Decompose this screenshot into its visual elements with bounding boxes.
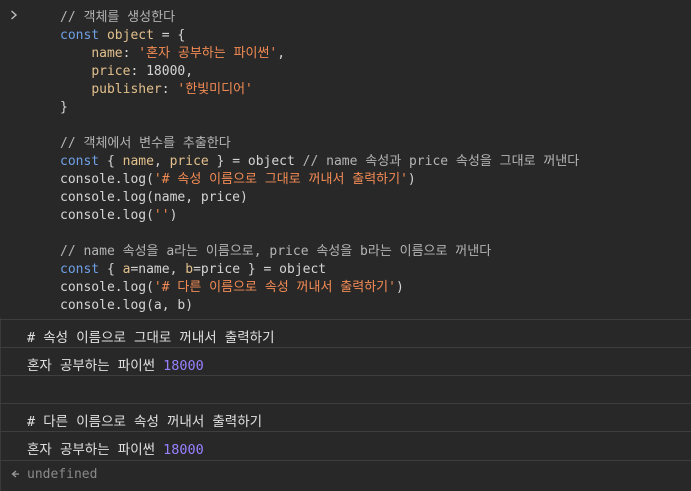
code-token-comment: // name 속성을 a라는 이름으로, price 속성을 b라는 이름으로… (60, 244, 492, 259)
code-token-string: '# 속성 이름으로 그대로 꺼내서 출력하기' (153, 172, 408, 187)
code-token-plain: : (122, 46, 139, 61)
code-token-plain: console.log( (60, 172, 154, 187)
code-line: console.log(a, b) (60, 297, 579, 315)
code-token-number: 18000 (146, 64, 186, 79)
code-line: } (60, 99, 579, 117)
code-token-plain: = { (153, 28, 186, 43)
code-token-plain: { (106, 154, 123, 169)
code-line: price: 18000, (60, 63, 579, 81)
console-output-row: 혼자 공부하는 파이썬 18000 (0, 431, 691, 459)
code-token-keyword: const (60, 154, 107, 169)
code-token-plain: } = object (208, 154, 303, 169)
chevron-right-icon (10, 9, 18, 24)
code-token-string: '한빛미디어' (177, 82, 253, 97)
return-arrow-icon (10, 468, 20, 482)
result-value: undefined (27, 467, 98, 482)
code-token-comment: // name 속성과 price 속성을 그대로 꺼낸다 (302, 154, 580, 169)
console-result-row: undefined (0, 460, 691, 491)
code-token-plain: , (153, 154, 170, 169)
code-token-plain: console.log(name, price) (60, 190, 248, 205)
code-token-plain: console.log( (60, 280, 154, 295)
console-input-entry[interactable]: // 객체를 생성한다 const object = { name: '혼자 공부… (0, 0, 691, 318)
console-output-row: # 속성 이름으로 그대로 꺼내서 출력하기 (0, 319, 691, 347)
code-token-var: object (106, 28, 154, 43)
output-text: # 다른 이름으로 속성 꺼내서 출력하기 (27, 414, 263, 430)
code-token-keyword: const (60, 28, 107, 43)
output-text: 혼자 공부하는 파이썬 18000 (27, 442, 204, 458)
code-line: console.log('# 속성 이름으로 그대로 꺼내서 출력하기') (60, 171, 579, 189)
console-panel: // 객체를 생성한다 const object = { name: '혼자 공부… (0, 0, 691, 491)
code-token-plain: : (161, 82, 178, 97)
code-line: const object = { (60, 27, 579, 45)
code-token-var: name (122, 154, 154, 169)
console-output-row (0, 375, 691, 403)
code-token-plain: =name, (130, 262, 186, 277)
code-line: // 객체를 생성한다 (60, 9, 579, 27)
code-line: const { name, price } = object // name 속… (60, 153, 579, 171)
code-token-plain: console.log( (60, 208, 154, 223)
code-token-plain: ) (169, 208, 178, 223)
code-token-comment: // 객체에서 변수를 추출한다 (60, 136, 231, 151)
code-token-string: '혼자 공부하는 파이썬' (138, 46, 278, 61)
code-token-comment: // 객체를 생성한다 (60, 10, 176, 25)
code-line: console.log('') (60, 207, 579, 225)
code-token-keyword: const (60, 262, 107, 277)
code-block: // 객체를 생성한다 const object = { name: '혼자 공부… (60, 9, 579, 315)
output-number: 18000 (163, 358, 204, 374)
code-line: const { a=name, b=price } = object (60, 261, 579, 279)
code-token-plain: , (185, 64, 194, 79)
code-line: name: '혼자 공부하는 파이썬', (60, 45, 579, 63)
console-output-row: 혼자 공부하는 파이썬 18000 (0, 347, 691, 375)
code-line: // name 속성을 a라는 이름으로, price 속성을 b라는 이름으로… (60, 243, 579, 261)
output-text: # 속성 이름으로 그대로 꺼내서 출력하기 (27, 330, 275, 346)
output-text: 혼자 공부하는 파이썬 18000 (27, 358, 204, 374)
code-token-plain: console.log(a, b) (60, 298, 194, 313)
code-token-key: name (91, 46, 123, 61)
code-token-var: price (169, 154, 209, 169)
code-token-plain: : (130, 64, 147, 79)
code-line: console.log('# 다른 이름으로 속성 꺼내서 출력하기') (60, 279, 579, 297)
code-token-plain: ) (395, 280, 404, 295)
code-token-plain: ) (407, 172, 416, 187)
code-token-key: price (91, 64, 131, 79)
code-token-var: b (185, 262, 194, 277)
code-token-key: publisher (91, 82, 162, 97)
code-token-plain: } (60, 100, 68, 115)
code-line: publisher: '한빛미디어' (60, 81, 579, 99)
code-line: console.log(name, price) (60, 189, 579, 207)
console-output-row: # 다른 이름으로 속성 꺼내서 출력하기 (0, 403, 691, 431)
code-token-plain: , (277, 46, 286, 61)
output-number: 18000 (163, 442, 204, 458)
code-token-plain: =price } = object (193, 262, 327, 277)
code-token-string: '# 다른 이름으로 속성 꺼내서 출력하기' (153, 280, 396, 295)
code-line: // 객체에서 변수를 추출한다 (60, 135, 579, 153)
code-token-string: '' (153, 208, 170, 223)
code-token-plain: { (106, 262, 123, 277)
